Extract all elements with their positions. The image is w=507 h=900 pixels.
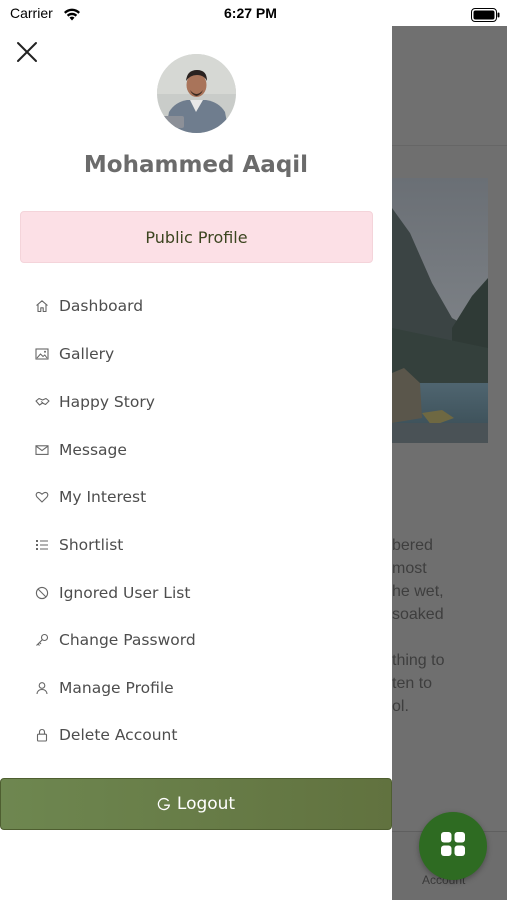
menu-item-label: Shortlist bbox=[59, 536, 124, 554]
menu-item-gallery[interactable]: Gallery bbox=[34, 339, 364, 369]
logout-button[interactable]: Logout bbox=[0, 778, 392, 830]
logout-icon bbox=[157, 797, 171, 811]
background-text-line: thing to bbox=[392, 652, 445, 669]
background-text-line bbox=[392, 626, 507, 649]
navigation-drawer: Mohammed Aaqil Public Profile Dashboard … bbox=[0, 26, 392, 900]
menu-item-label: Message bbox=[59, 441, 127, 459]
user-icon bbox=[34, 680, 50, 696]
key-icon bbox=[34, 632, 50, 648]
close-icon bbox=[15, 42, 39, 68]
menu-item-my-interest[interactable]: My Interest bbox=[34, 482, 364, 512]
clock: 6:27 PM bbox=[224, 5, 277, 21]
menu-item-shortlist[interactable]: Shortlist bbox=[34, 530, 364, 560]
mail-icon bbox=[34, 442, 50, 458]
grid-icon bbox=[440, 831, 466, 861]
background-card-image bbox=[392, 178, 488, 443]
background-text-line: ten to bbox=[392, 675, 433, 692]
battery-icon bbox=[471, 7, 500, 26]
menu-item-dashboard[interactable]: Dashboard bbox=[34, 291, 364, 321]
menu-item-label: Gallery bbox=[59, 345, 115, 363]
heart-icon bbox=[34, 489, 50, 505]
menu-item-ignored-user-list[interactable]: Ignored User List bbox=[34, 578, 364, 608]
list-icon bbox=[34, 537, 50, 553]
menu-item-label: Dashboard bbox=[59, 297, 144, 315]
menu-item-label: Happy Story bbox=[59, 393, 155, 411]
wifi-icon bbox=[63, 6, 81, 25]
background-text-line: he wet, bbox=[392, 583, 444, 600]
menu-item-label: Ignored User List bbox=[59, 584, 191, 602]
image-icon bbox=[34, 346, 50, 362]
menu-item-label: Change Password bbox=[59, 631, 196, 649]
background-text-line: bered bbox=[392, 537, 433, 554]
background-text-line: ol. bbox=[392, 698, 409, 715]
menu-item-label: Delete Account bbox=[59, 726, 178, 744]
menu-item-label: Manage Profile bbox=[59, 679, 174, 697]
handshake-icon bbox=[34, 394, 50, 410]
menu-item-delete-account[interactable]: Delete Account bbox=[34, 720, 364, 750]
close-button[interactable] bbox=[15, 40, 39, 64]
background-text-line: most bbox=[392, 560, 427, 577]
status-bar: Carrier 6:27 PM bbox=[0, 0, 507, 28]
logout-label: Logout bbox=[176, 794, 236, 814]
background-page-overlay[interactable]: bered most he wet, soaked thing to ten t… bbox=[392, 26, 507, 900]
public-profile-button[interactable]: Public Profile bbox=[20, 211, 373, 263]
background-paragraph: bered most he wet, soaked thing to ten t… bbox=[392, 534, 507, 718]
menu-item-manage-profile[interactable]: Manage Profile bbox=[34, 673, 364, 703]
lock-icon bbox=[34, 727, 50, 743]
user-name: Mohammed Aaqil bbox=[83, 152, 309, 178]
carrier-label: Carrier bbox=[10, 5, 53, 21]
menu-item-change-password[interactable]: Change Password bbox=[34, 625, 364, 655]
background-text-line: soaked bbox=[392, 606, 444, 623]
menu-item-happy-story[interactable]: Happy Story bbox=[34, 387, 364, 417]
home-icon bbox=[34, 298, 50, 314]
menu-grid-fab[interactable] bbox=[419, 812, 487, 880]
menu-item-label: My Interest bbox=[59, 488, 147, 506]
menu-item-message[interactable]: Message bbox=[34, 435, 364, 465]
avatar[interactable] bbox=[157, 54, 236, 133]
block-icon bbox=[34, 585, 50, 601]
background-header bbox=[392, 26, 507, 146]
